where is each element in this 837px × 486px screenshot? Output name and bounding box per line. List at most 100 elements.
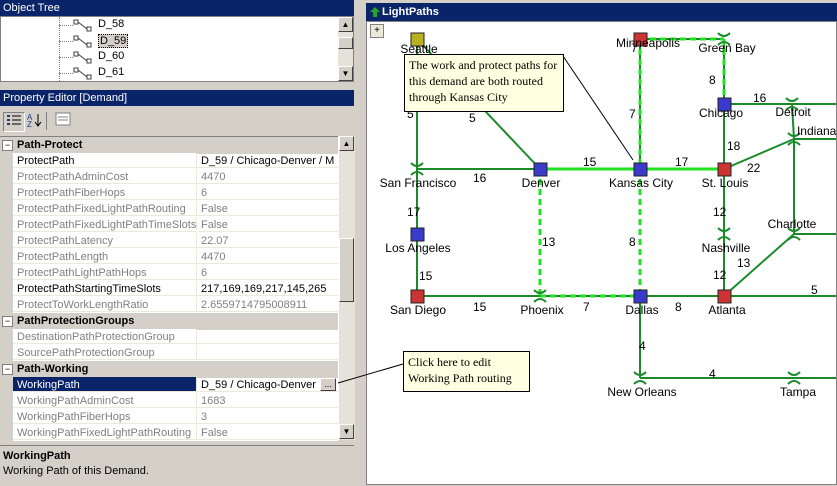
lightpaths-map[interactable]: 7 8 16 5 5 7 18 22 16 15 17 17 13 8 12 15 15 7 8 12 13 5 4 4 Sea…: [366, 21, 837, 485]
property-name[interactable]: ProtectPathAdminCost: [0, 169, 197, 184]
scroll-up-icon[interactable]: ▲: [338, 17, 353, 32]
property-name[interactable]: ProtectPathFiberHops: [0, 185, 197, 200]
property-name[interactable]: WorkingPathFixedLightPathRouting: [0, 425, 197, 440]
node-icon[interactable]: [410, 289, 425, 304]
property-value[interactable]: [198, 345, 338, 360]
property-name[interactable]: DestinationPathProtectionGroup: [0, 329, 197, 344]
link-cost-label: 7: [583, 300, 590, 314]
category-label: Path-Working: [17, 363, 89, 375]
property-value-text: 1683: [201, 395, 226, 407]
node-icon[interactable]: [633, 289, 648, 304]
property-name[interactable]: ProtectPathLength: [0, 249, 197, 264]
property-value[interactable]: 217,169,169,217,145,265: [198, 281, 338, 296]
property-row[interactable]: ProtectPath D_59 / Chicago-Denver / M: [0, 153, 338, 169]
property-name[interactable]: WorkingPath: [0, 377, 197, 392]
tree-item-d61[interactable]: D_61: [98, 66, 124, 78]
grid-scrollbar[interactable]: ▲ ▼: [338, 136, 355, 440]
tree-connector: [59, 73, 73, 74]
property-row[interactable]: ProtectPathLightPathHops 6: [0, 265, 338, 281]
row-gutter: [0, 393, 13, 409]
property-name[interactable]: ProtectPathLatency: [0, 233, 197, 248]
link-cost-label: 8: [709, 73, 716, 87]
collapse-icon[interactable]: −: [2, 140, 13, 151]
property-row[interactable]: ProtectPathLatency 22.07: [0, 233, 338, 249]
expand-button[interactable]: +: [370, 24, 384, 38]
object-tree[interactable]: D_58 D_59 D_60 D_61 ▲ ▼: [0, 16, 354, 82]
property-pages-icon[interactable]: [53, 112, 73, 130]
node-icon[interactable]: [717, 162, 732, 177]
property-value[interactable]: 1683: [198, 393, 338, 408]
category-label: PathProtectionGroups: [17, 315, 135, 327]
node-icon[interactable]: [533, 162, 548, 177]
property-value[interactable]: 4470: [198, 169, 338, 184]
property-grid[interactable]: − Path-Protect ProtectPath D_59 / Chicago-D…: [0, 136, 338, 441]
property-value[interactable]: D_59 / Chicago-Denver / M: [198, 153, 338, 168]
scroll-thumb[interactable]: [338, 37, 353, 49]
scroll-up-icon[interactable]: ▲: [339, 136, 354, 151]
property-name[interactable]: ProtectPathFixedLightPathTimeSlots: [0, 217, 197, 232]
property-row[interactable]: ProtectPathFixedLightPathTimeSlots False: [0, 217, 338, 233]
property-value[interactable]: False: [198, 201, 338, 216]
property-value[interactable]: False: [198, 217, 338, 232]
property-name[interactable]: ProtectPathStartingTimeSlots: [0, 281, 197, 296]
property-name[interactable]: ProtectPath: [0, 153, 197, 168]
property-value[interactable]: 3: [198, 409, 338, 424]
vertical-splitter[interactable]: [356, 0, 364, 485]
edit-path-button[interactable]: ...: [320, 378, 336, 391]
property-row[interactable]: ProtectPathFixedLightPathRouting False: [0, 201, 338, 217]
property-name[interactable]: WorkingPathFiberHops: [0, 409, 197, 424]
property-name[interactable]: ProtectToWorkLengthRatio: [0, 297, 197, 312]
property-description: WorkingPath Working Path of this Demand.: [0, 445, 354, 486]
categorized-icon[interactable]: [3, 112, 25, 132]
property-row[interactable]: ProtectPathAdminCost 4470: [0, 169, 338, 185]
node-icon[interactable]: [717, 289, 732, 304]
property-row[interactable]: WorkingPathFiberHops 3: [0, 409, 338, 425]
property-name[interactable]: ProtectPathLightPathHops: [0, 265, 197, 280]
city-label: San Francisco: [380, 176, 457, 190]
property-row[interactable]: SourcePathProtectionGroup: [0, 345, 338, 361]
sort-alpha-icon[interactable]: AZ: [25, 112, 45, 130]
property-value[interactable]: 6: [198, 265, 338, 280]
tree-scrollbar[interactable]: ▲ ▼: [337, 17, 353, 81]
property-row[interactable]: ProtectPathFiberHops 6: [0, 185, 338, 201]
property-row[interactable]: ProtectPathLength 4470: [0, 249, 338, 265]
property-row[interactable]: WorkingPathAdminCost 1683: [0, 393, 338, 409]
row-gutter: [0, 345, 13, 361]
tree-item-d59[interactable]: D_59: [98, 34, 129, 48]
property-value[interactable]: False: [198, 425, 338, 440]
property-value[interactable]: 4470: [198, 249, 338, 264]
property-row[interactable]: ProtectPathStartingTimeSlots 217,169,169,…: [0, 281, 338, 297]
collapse-icon[interactable]: −: [2, 316, 13, 327]
property-value[interactable]: [198, 329, 338, 344]
category-header[interactable]: − Path-Working: [0, 361, 338, 378]
scroll-down-icon[interactable]: ▼: [339, 424, 354, 439]
link-cost-label: 12: [713, 205, 727, 219]
property-row[interactable]: WorkingPathFixedLightPathRouting False: [0, 425, 338, 441]
node-icon[interactable]: [410, 227, 425, 242]
property-row[interactable]: WorkingPath D_59 / Chicago-Denver...: [0, 377, 338, 393]
node-icon[interactable]: [633, 162, 648, 177]
property-name[interactable]: ProtectPathFixedLightPathRouting: [0, 201, 197, 216]
property-value-text: 4470: [201, 251, 226, 263]
row-gutter: [0, 169, 13, 185]
property-row[interactable]: DestinationPathProtectionGroup: [0, 329, 338, 345]
property-value-text: False: [201, 427, 228, 439]
tree-item-d58[interactable]: D_58: [98, 18, 124, 30]
city-label: Kansas City: [609, 176, 673, 190]
category-header[interactable]: − Path-Protect: [0, 137, 338, 154]
collapse-icon[interactable]: −: [2, 364, 13, 375]
category-header[interactable]: − PathProtectionGroups: [0, 313, 338, 330]
scroll-thumb[interactable]: [339, 238, 354, 302]
tree-item-d60[interactable]: D_60: [98, 50, 124, 62]
property-value[interactable]: D_59 / Chicago-Denver...: [198, 377, 338, 392]
property-name[interactable]: WorkingPathAdminCost: [0, 393, 197, 408]
property-value[interactable]: 6: [198, 185, 338, 200]
property-row[interactable]: ProtectToWorkLengthRatio 2.65597147950089…: [0, 297, 338, 313]
property-name[interactable]: SourcePathProtectionGroup: [0, 345, 197, 360]
property-value-text: 217,169,169,217,145,265: [201, 283, 327, 295]
property-value-text: 3: [201, 411, 208, 423]
scroll-down-icon[interactable]: ▼: [338, 66, 353, 81]
property-value[interactable]: 22.07: [198, 233, 338, 248]
property-value[interactable]: 2.6559714795008911: [198, 297, 338, 312]
link-cost-label: 5: [811, 283, 818, 297]
